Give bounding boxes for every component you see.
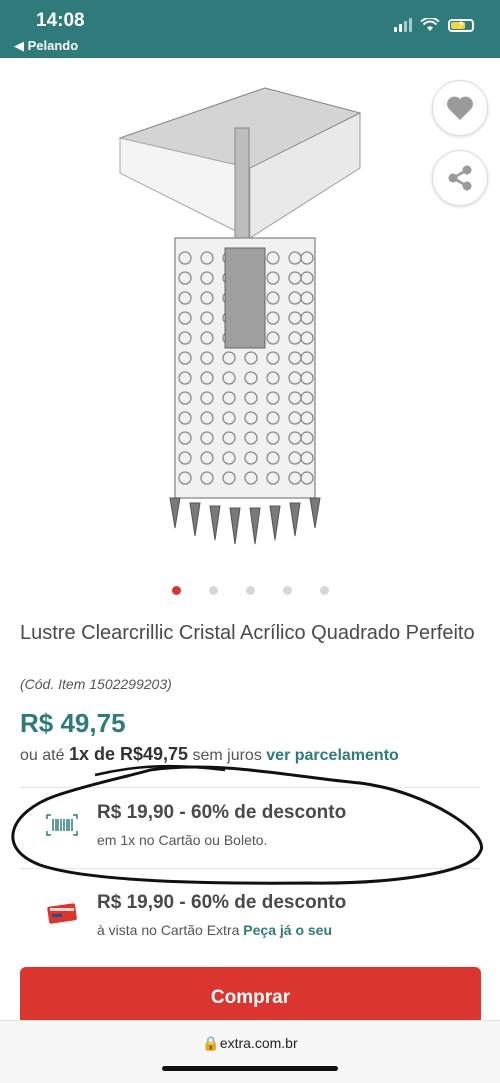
order-card-link[interactable]: Peça já o seu: [243, 922, 332, 938]
offer-price: R$ 19,90 - 60% de desconto: [97, 892, 347, 913]
product-image-carousel[interactable]: [0, 58, 500, 578]
share-icon: [448, 165, 472, 191]
url-display[interactable]: 🔒extra.com.br: [0, 1035, 500, 1052]
installment-mid: sem juros: [188, 747, 267, 764]
product-price: R$ 49,75: [20, 708, 126, 738]
divider: [20, 787, 480, 788]
favorite-button[interactable]: [432, 80, 488, 136]
offer-conditions-text: à vista no Cartão Extra: [97, 922, 244, 938]
product-image: [118, 87, 362, 545]
barcode-icon: [46, 814, 78, 836]
carousel-dot[interactable]: [171, 586, 181, 595]
url-text: extra.com.br: [219, 1035, 298, 1051]
product-title: Lustre Clearcrillic Cristal Acrílico Qua…: [20, 622, 475, 644]
lock-icon: 🔒: [202, 1035, 220, 1051]
credit-card-icon: [47, 903, 77, 924]
carousel-dot[interactable]: [319, 586, 329, 595]
installment-amount: 1x de R$49,75: [68, 744, 189, 764]
carousel-dot[interactable]: [282, 586, 292, 595]
installment-prefix: ou até: [20, 747, 69, 764]
home-indicator[interactable]: [162, 1066, 338, 1071]
browser-address-bar[interactable]: 🔒extra.com.br: [0, 1020, 500, 1083]
share-button[interactable]: [432, 150, 488, 206]
offer-price: R$ 19,90 - 60% de desconto: [97, 802, 347, 823]
carousel-pagination[interactable]: [0, 586, 500, 595]
divider: [20, 868, 480, 869]
installment-info: ou até 1x de R$49,75 sem juros ver parce…: [20, 744, 399, 765]
battery-icon: ⚡: [448, 17, 474, 32]
wifi-icon: [420, 18, 440, 31]
product-code: (Cód. Item 1502299203): [20, 676, 172, 692]
status-icons: ⚡: [394, 17, 474, 32]
heart-icon: [447, 96, 473, 120]
status-bar: 14:08 ◀ Pelando ⚡: [0, 0, 500, 58]
offer-conditions: à vista no Cartão Extra Peça já o seu: [97, 922, 332, 938]
installments-link[interactable]: ver parcelamento: [266, 747, 399, 764]
signal-icon: [394, 18, 412, 32]
carousel-dot[interactable]: [245, 586, 255, 595]
offer-conditions: em 1x no Cartão ou Boleto.: [97, 832, 268, 848]
carousel-dot[interactable]: [208, 586, 218, 595]
back-to-app-link[interactable]: ◀ Pelando: [14, 38, 78, 54]
status-time: 14:08: [36, 10, 85, 31]
